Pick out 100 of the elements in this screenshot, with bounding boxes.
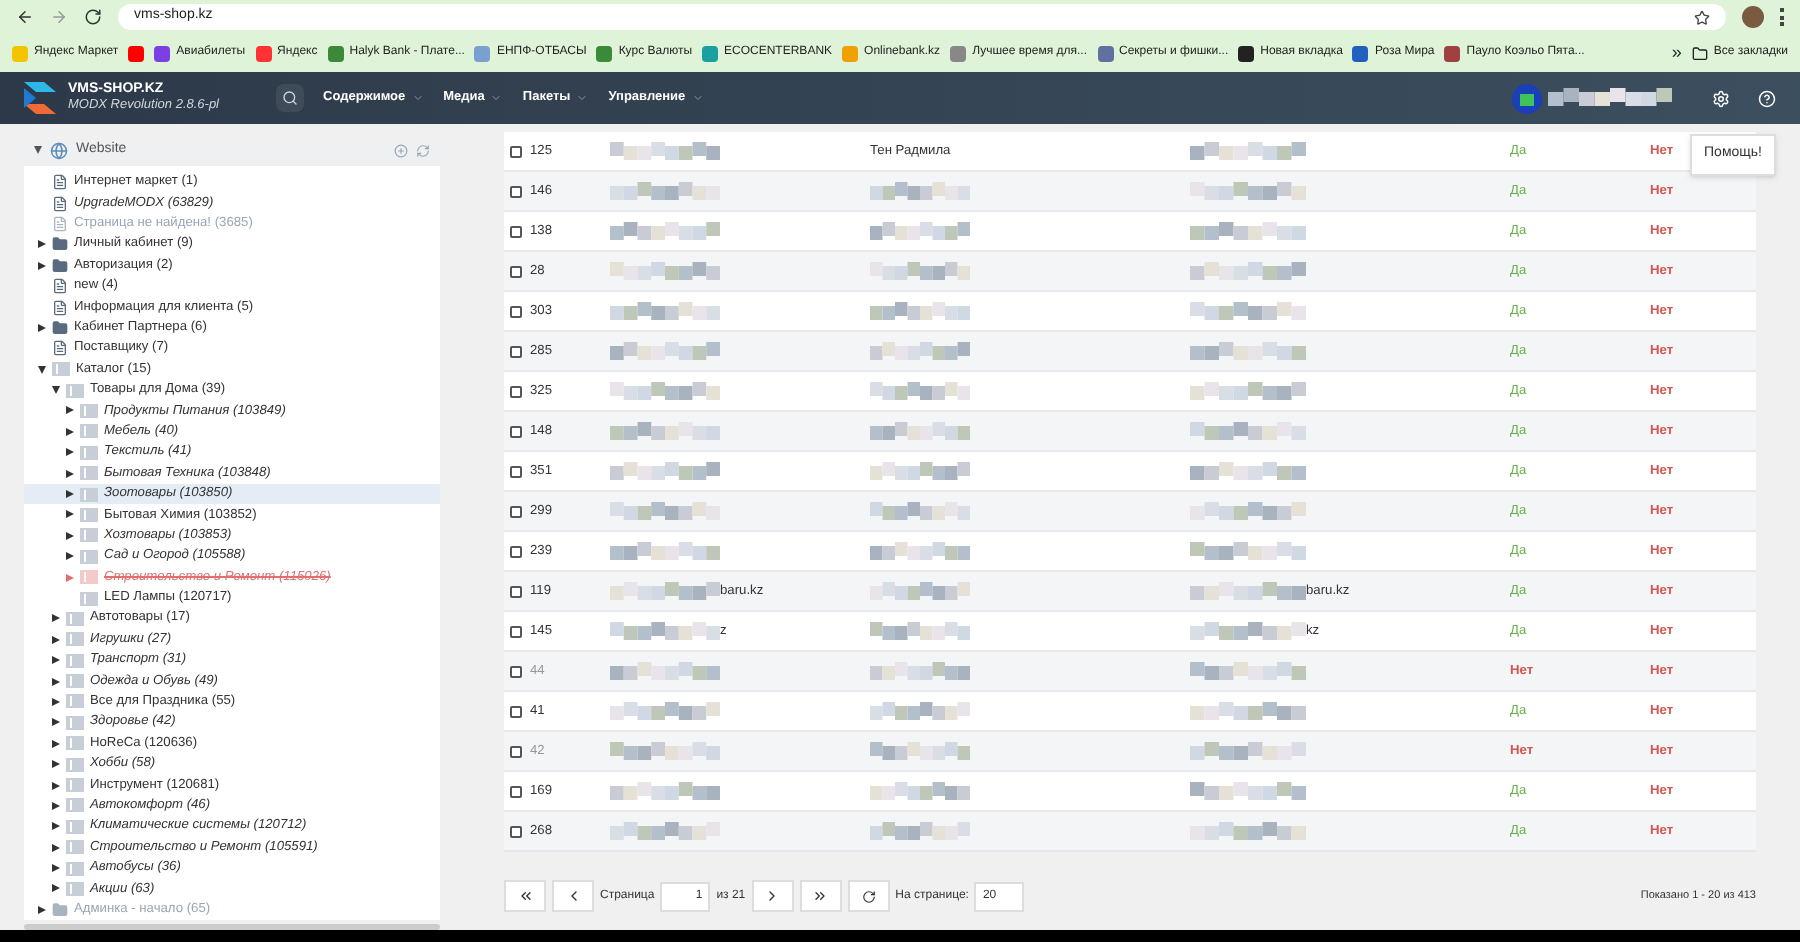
expand-arrow-icon[interactable] [65, 406, 73, 415]
row-checkbox[interactable] [510, 705, 522, 717]
caret-icon [691, 92, 704, 104]
row-checkbox[interactable] [510, 585, 522, 597]
pixelated-drawing [610, 821, 720, 841]
expand-arrow-icon[interactable] [51, 822, 59, 831]
expand-arrow-icon[interactable] [37, 261, 45, 270]
reload-icon[interactable] [84, 8, 102, 26]
expand-arrow-icon[interactable] [37, 240, 45, 249]
pixelated-drawing [610, 741, 720, 761]
category-icon [80, 487, 98, 502]
expand-arrow-icon[interactable] [34, 146, 42, 154]
expand-arrow-icon[interactable] [51, 697, 59, 706]
category-icon [66, 778, 84, 793]
expand-arrow-icon[interactable] [51, 739, 59, 748]
expand-arrow-icon[interactable] [51, 760, 59, 769]
expand-arrow-icon[interactable] [51, 801, 59, 810]
globe-icon [50, 141, 68, 159]
pixelated-drawing [610, 541, 720, 561]
pixelated-drawing [870, 541, 970, 561]
pixelated-drawing [1190, 301, 1306, 321]
row-checkbox[interactable] [510, 825, 522, 837]
help-icon[interactable] [1758, 89, 1776, 107]
caret-icon [411, 92, 424, 104]
row-checkbox[interactable] [510, 185, 522, 197]
category-icon [66, 715, 84, 730]
expand-arrow-icon[interactable] [51, 656, 59, 665]
expand-arrow-icon[interactable] [51, 843, 59, 852]
site-icon [1238, 45, 1255, 61]
logo-icon [24, 82, 56, 114]
row-checkbox[interactable] [510, 625, 522, 637]
search-button[interactable] [275, 84, 304, 112]
expand-arrow-icon[interactable] [37, 323, 45, 332]
row-checkbox[interactable] [510, 345, 522, 357]
category-icon [80, 507, 98, 522]
expand-arrow-icon[interactable] [65, 448, 73, 457]
expand-arrow-icon[interactable] [65, 552, 73, 561]
row-checkbox[interactable] [510, 785, 522, 797]
expand-arrow-icon[interactable] [37, 905, 45, 914]
row-checkbox[interactable] [510, 385, 522, 397]
row-checkbox[interactable] [510, 225, 522, 237]
row-checkbox[interactable] [510, 265, 522, 277]
expand-arrow-icon[interactable] [65, 469, 73, 478]
expand-arrow-icon[interactable] [51, 718, 59, 727]
last-page-button[interactable] [799, 880, 842, 912]
row-checkbox[interactable] [510, 545, 522, 557]
row-checkbox[interactable] [510, 145, 522, 157]
row-checkbox[interactable] [510, 425, 522, 437]
pixelated-drawing [1190, 381, 1306, 401]
first-page-button[interactable] [504, 880, 546, 912]
expand-arrow-icon[interactable] [51, 386, 59, 395]
site-icon [950, 45, 967, 61]
expand-arrow-icon[interactable] [51, 635, 59, 644]
more-bookmarks[interactable]: » [1671, 39, 1682, 67]
expand-arrow-icon[interactable] [65, 427, 73, 436]
user-avatar-icon[interactable] [1512, 83, 1542, 113]
caret-icon [576, 92, 589, 104]
expand-arrow-icon[interactable] [51, 884, 59, 893]
row-checkbox[interactable] [510, 665, 522, 677]
double-chevron-right-icon [812, 888, 829, 904]
expand-arrow-icon[interactable] [65, 510, 73, 519]
pixelated-drawing [1190, 781, 1306, 801]
row-checkbox[interactable] [510, 745, 522, 757]
category-icon [80, 466, 98, 481]
expand-arrow-icon[interactable] [51, 781, 59, 790]
pixelated-drawing [610, 661, 720, 681]
pixelated-drawing [1190, 261, 1306, 281]
site-icon [327, 45, 344, 61]
site-icon [842, 45, 859, 61]
expand-arrow-icon[interactable] [51, 864, 59, 873]
row-checkbox[interactable] [510, 505, 522, 517]
pixelated-drawing [870, 741, 970, 761]
category-icon [52, 362, 70, 377]
expand-arrow-icon[interactable] [65, 531, 73, 540]
pixelated-drawing [610, 781, 720, 801]
pixelated-drawing [870, 661, 970, 681]
bookmark-star-icon[interactable] [1694, 9, 1710, 25]
category-icon [66, 653, 84, 668]
search-icon [281, 90, 298, 106]
pixelated-drawing [610, 221, 720, 241]
category-icon [66, 798, 84, 813]
pixelated-drawing [1190, 141, 1306, 161]
expand-arrow-icon[interactable] [65, 490, 73, 499]
back-icon[interactable] [16, 8, 34, 26]
pixelated-drawing [1190, 501, 1306, 521]
expand-arrow-icon[interactable] [37, 365, 45, 374]
bookmark[interactable] [128, 45, 145, 61]
row-checkbox[interactable] [510, 465, 522, 477]
pixelated-drawing [1548, 88, 1672, 108]
expand-arrow-icon[interactable] [51, 614, 59, 623]
pixelated-drawing [1190, 821, 1306, 841]
pixelated-drawing [870, 501, 970, 521]
refresh-button[interactable] [847, 880, 890, 912]
pixelated-drawing [610, 461, 720, 481]
profile-avatar-icon[interactable] [1742, 6, 1764, 28]
category-icon [80, 570, 98, 585]
document-icon [52, 215, 68, 232]
expand-arrow-icon[interactable] [51, 677, 59, 686]
row-checkbox[interactable] [510, 305, 522, 317]
settings-icon[interactable] [1712, 89, 1730, 107]
